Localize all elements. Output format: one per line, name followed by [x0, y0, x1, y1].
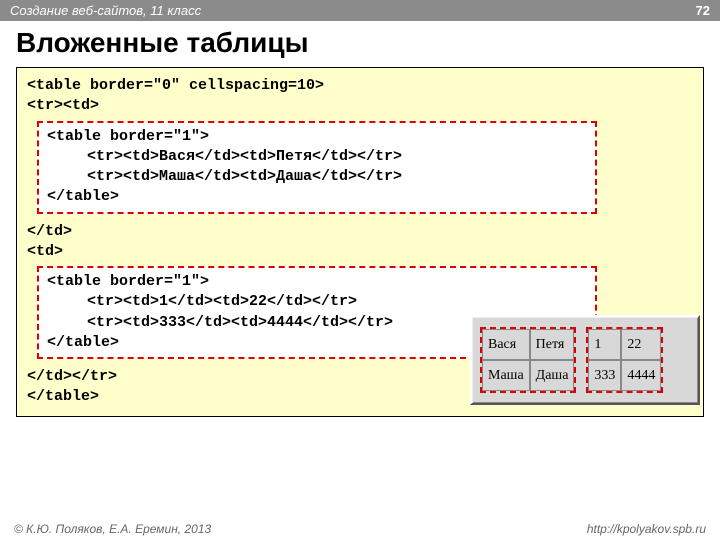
copyright: © К.Ю. Поляков, Е.А. Еремин, 2013 [14, 522, 211, 536]
footer-url: http://kpolyakov.spb.ru [587, 522, 706, 536]
code-line: <td> [27, 242, 693, 262]
cell: 22 [621, 329, 661, 360]
cell: 4444 [621, 360, 661, 391]
header-bar: Создание веб-сайтов, 11 класс 72 [0, 0, 720, 21]
content-area: <table border="0" cellspacing=10> <tr><t… [16, 67, 704, 417]
code-line: <tr><td>Вася</td><td>Петя</td></tr> [87, 147, 587, 167]
preview-table-1: Вася Петя Маша Даша [480, 327, 576, 393]
cell: Петя [530, 329, 575, 360]
page-title: Вложенные таблицы [16, 27, 704, 59]
cell: Маша [482, 360, 530, 391]
cell: 1 [588, 329, 621, 360]
preview-panel: Вася Петя Маша Даша 1 22 333 4444 [470, 315, 700, 405]
course-label: Создание веб-сайтов, 11 класс [10, 3, 201, 18]
code-line: <table border="1"> [47, 272, 587, 292]
cell: Вася [482, 329, 530, 360]
code-line: <tr><td>Маша</td><td>Даша</td></tr> [87, 167, 587, 187]
code-line: </td> [27, 222, 693, 242]
cell: Даша [530, 360, 575, 391]
code-line: <tr><td>1</td><td>22</td></tr> [87, 292, 587, 312]
nested-table-1: <table border="1"> <tr><td>Вася</td><td>… [37, 121, 597, 214]
page-number: 72 [696, 3, 710, 18]
code-line: <table border="0" cellspacing=10> [27, 76, 693, 96]
cell: 333 [588, 360, 621, 391]
code-line: <tr><td> [27, 96, 693, 116]
code-line: </table> [47, 187, 587, 207]
preview-table-2: 1 22 333 4444 [586, 327, 663, 393]
footer: © К.Ю. Поляков, Е.А. Еремин, 2013 http:/… [0, 522, 720, 536]
code-line: <table border="1"> [47, 127, 587, 147]
